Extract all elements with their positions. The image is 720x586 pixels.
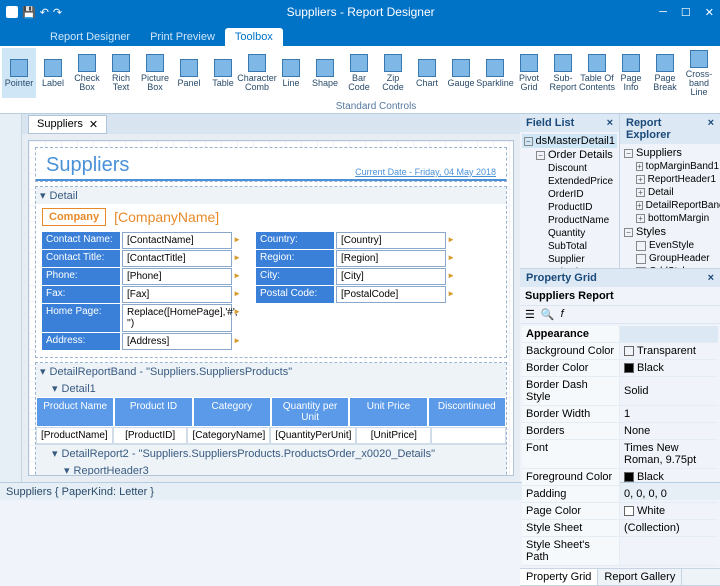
close-icon[interactable]: ✕	[89, 118, 98, 131]
close-icon[interactable]: ✕	[705, 6, 714, 19]
window-title: Suppliers - Report Designer	[62, 5, 659, 19]
expand-icon[interactable]: ▾	[52, 447, 58, 460]
ribbon-cross-band-line[interactable]: Cross-band Line	[682, 48, 716, 98]
ribbon-cross-band-box[interactable]: Cross-band Box	[716, 48, 720, 98]
pin-icon[interactable]: ×	[607, 117, 613, 129]
ribbon-table-of-contents[interactable]: Table Of Contents	[580, 48, 614, 98]
pin-icon[interactable]: ×	[708, 117, 714, 141]
doc-tab-suppliers[interactable]: Suppliers ✕	[28, 115, 107, 134]
ribbon-rich-text[interactable]: Rich Text	[104, 48, 138, 98]
property-object[interactable]: Suppliers Report	[520, 287, 720, 306]
expand-icon[interactable]: ▾	[64, 464, 70, 476]
property-grid-body[interactable]: Appearance Background ColorTransparentBo…	[520, 324, 720, 568]
fx-icon[interactable]: f	[561, 308, 564, 321]
tab-toolbox[interactable]: Toolbox	[225, 28, 283, 46]
ribbon-panel[interactable]: Panel	[172, 48, 206, 98]
minimize-icon[interactable]: ─	[659, 6, 667, 19]
ribbon-pivot-grid[interactable]: Pivot Grid	[512, 48, 546, 98]
document-tabs: Suppliers ✕	[22, 114, 520, 134]
tab-report-designer[interactable]: Report Designer	[40, 28, 140, 46]
report-explorer-title: Report Explorer	[626, 117, 708, 141]
pin-icon[interactable]: ×	[708, 272, 714, 284]
expand-icon[interactable]: ▾	[52, 382, 58, 395]
ribbon: PointerLabelCheck BoxRich TextPicture Bo…	[0, 46, 720, 114]
field-list-title: Field List	[526, 117, 574, 129]
company-value[interactable]: [CompanyName]	[114, 209, 219, 225]
current-date[interactable]: Current Date - Friday, 04 May 2018	[355, 167, 496, 177]
ribbon-shape[interactable]: Shape	[308, 48, 342, 98]
ribbon-page-info[interactable]: Page Info	[614, 48, 648, 98]
ribbon-table[interactable]: Table	[206, 48, 240, 98]
ribbon-page-break[interactable]: Page Break	[648, 48, 682, 98]
expand-icon[interactable]: ▾	[40, 189, 46, 202]
ribbon-zip-code[interactable]: Zip Code	[376, 48, 410, 98]
ribbon-picture-box[interactable]: Picture Box	[138, 48, 172, 98]
company-label[interactable]: Company	[42, 208, 106, 226]
ribbon-group-caption: Standard Controls	[0, 100, 720, 113]
ribbon-line[interactable]: Line	[274, 48, 308, 98]
ribbon-check-box[interactable]: Check Box	[70, 48, 104, 98]
ribbon-gauge[interactable]: Gauge	[444, 48, 478, 98]
main-tabs: Report Designer Print Preview Toolbox	[0, 24, 720, 46]
alpha-icon[interactable]: 🔍	[541, 308, 555, 321]
field-list[interactable]: −dsMasterDetail1 −Order Details Discount…	[520, 132, 619, 268]
ribbon-sparkline[interactable]: Sparkline	[478, 48, 512, 98]
ribbon-pointer[interactable]: Pointer	[2, 48, 36, 98]
redo-icon[interactable]: ↷	[53, 6, 62, 19]
expand-icon[interactable]: ▾	[40, 365, 46, 378]
property-grid-title: Property Grid	[526, 272, 597, 284]
save-icon[interactable]: 💾	[22, 6, 36, 19]
report-explorer[interactable]: −Suppliers +topMarginBand1+ReportHeader1…	[620, 144, 720, 268]
ribbon-chart[interactable]: Chart	[410, 48, 444, 98]
design-canvas[interactable]: Suppliers Current Date - Friday, 04 May …	[28, 140, 514, 476]
categorized-icon[interactable]: ☰	[525, 308, 535, 321]
titlebar: 💾 ↶ ↷ Suppliers - Report Designer ─ ☐ ✕	[0, 0, 720, 24]
left-gutter	[0, 114, 22, 482]
report-title[interactable]: Suppliers	[46, 154, 129, 177]
tab-property-grid[interactable]: Property Grid	[520, 569, 598, 585]
app-icon	[6, 6, 18, 18]
ribbon-sub-report[interactable]: Sub-Report	[546, 48, 580, 98]
ribbon-character-comb[interactable]: Character Comb	[240, 48, 274, 98]
undo-icon[interactable]: ↶	[40, 6, 49, 19]
tab-report-gallery[interactable]: Report Gallery	[598, 569, 682, 585]
ribbon-bar-code[interactable]: Bar Code	[342, 48, 376, 98]
maximize-icon[interactable]: ☐	[681, 6, 691, 19]
tab-print-preview[interactable]: Print Preview	[140, 28, 225, 46]
ribbon-label[interactable]: Label	[36, 48, 70, 98]
